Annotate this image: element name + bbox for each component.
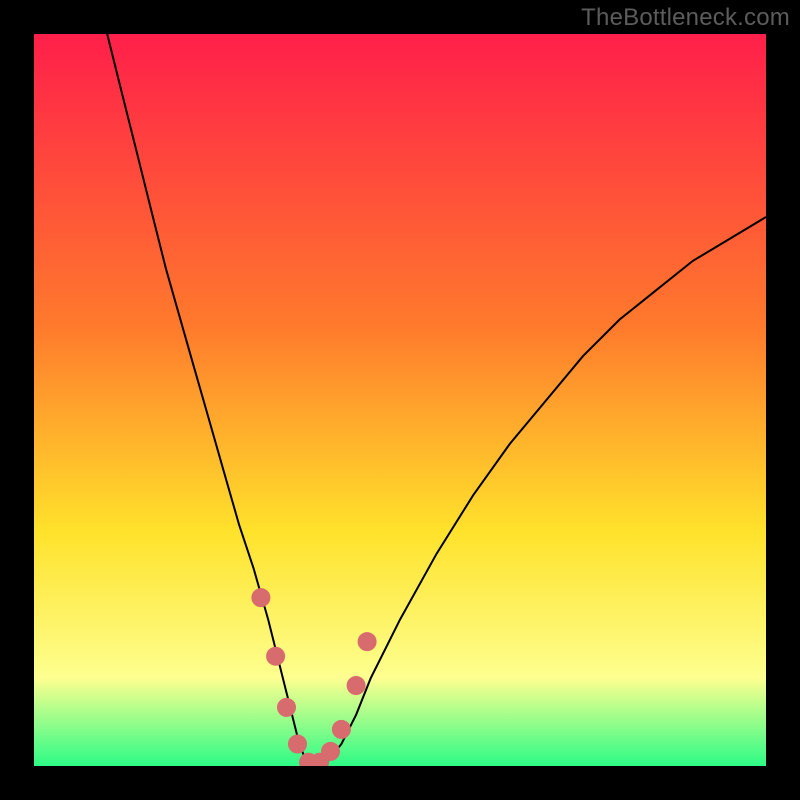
- marker-point: [332, 720, 350, 738]
- chart-frame: TheBottleneck.com: [0, 0, 800, 800]
- chart-svg: [34, 34, 766, 766]
- marker-point: [347, 677, 365, 695]
- marker-point: [289, 735, 307, 753]
- marker-point: [358, 633, 376, 651]
- gradient-background: [34, 34, 766, 766]
- marker-point: [278, 698, 296, 716]
- marker-point: [322, 742, 340, 760]
- watermark-text: TheBottleneck.com: [581, 4, 790, 32]
- marker-point: [267, 647, 285, 665]
- plot-area: [34, 34, 766, 766]
- marker-point: [252, 589, 270, 607]
